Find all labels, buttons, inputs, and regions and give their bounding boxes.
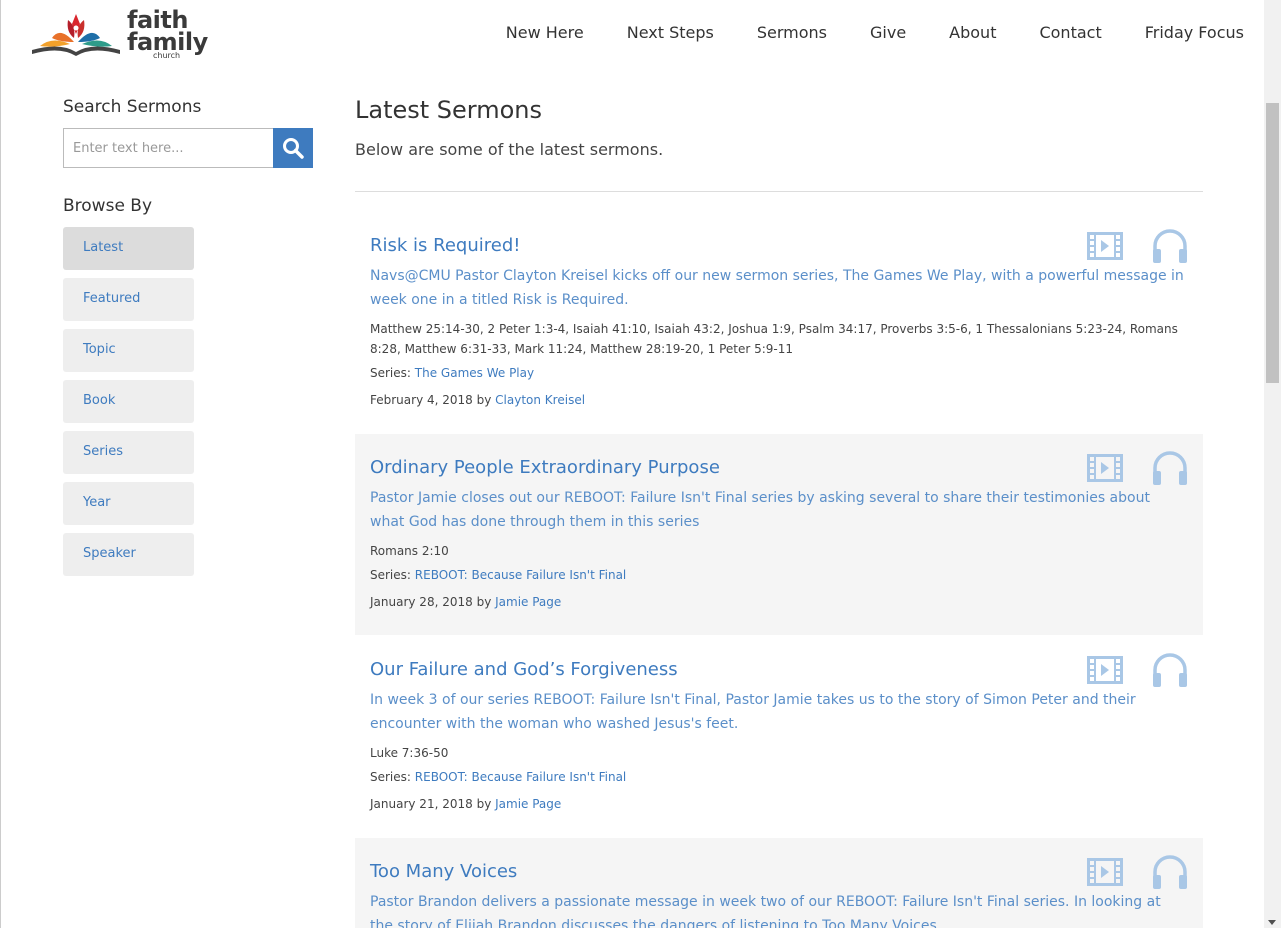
audio-headphones-icon[interactable]: [1151, 652, 1189, 688]
search-button[interactable]: [273, 128, 313, 168]
site-logo[interactable]: faith family church: [30, 6, 208, 62]
browse-year[interactable]: Year: [63, 482, 194, 525]
window-edge: [0, 0, 1, 928]
browse-book[interactable]: Book: [63, 380, 194, 423]
nav-give[interactable]: Give: [870, 23, 906, 43]
sermon-item: Too Many Voices Pastor Brandon delivers …: [355, 838, 1203, 928]
search-input[interactable]: [63, 128, 273, 168]
scroll-down-arrow-icon[interactable]: [1268, 920, 1276, 925]
sermon-description: Pastor Brandon delivers a passionate mes…: [370, 894, 1161, 928]
sermon-date: February 4, 2018: [370, 393, 473, 407]
sermon-meta: January 21, 2018 by Jamie Page: [370, 797, 561, 811]
sermon-title[interactable]: Our Failure and God’s Forgiveness: [370, 659, 678, 680]
sermon-meta: January 28, 2018 by Jamie Page: [370, 595, 561, 609]
page-scrollbar[interactable]: [1264, 0, 1281, 928]
sermon-series: Series: REBOOT: Because Failure Isn't Fi…: [370, 770, 626, 784]
scrollbar-thumb[interactable]: [1266, 103, 1279, 383]
sermon-title[interactable]: Ordinary People Extraordinary Purpose: [370, 457, 720, 478]
video-icon[interactable]: [1087, 454, 1123, 482]
series-link[interactable]: REBOOT: Because Failure Isn't Final: [415, 770, 627, 784]
sermon-series: Series: The Games We Play: [370, 366, 534, 380]
sermon-item: Ordinary People Extraordinary Purpose Pa…: [355, 434, 1203, 635]
nav-sermons[interactable]: Sermons: [757, 23, 827, 43]
browse-latest[interactable]: Latest: [63, 227, 194, 270]
by-label: by: [476, 393, 492, 407]
speaker-link[interactable]: Clayton Kreisel: [495, 393, 585, 407]
audio-headphones-icon[interactable]: [1151, 228, 1189, 264]
browse-list: Latest Featured Topic Book Series Year S…: [63, 227, 194, 584]
video-icon[interactable]: [1087, 656, 1123, 684]
video-icon[interactable]: [1087, 232, 1123, 260]
logo-word-church: church: [153, 51, 181, 60]
sermon-series: Series: REBOOT: Because Failure Isn't Fi…: [370, 568, 626, 582]
nav-next-steps[interactable]: Next Steps: [627, 23, 714, 43]
speaker-link[interactable]: Jamie Page: [495, 797, 561, 811]
nav-contact[interactable]: Contact: [1039, 23, 1101, 43]
nav-friday-focus[interactable]: Friday Focus: [1145, 23, 1244, 43]
sermon-description: Pastor Jamie closes out our REBOOT: Fail…: [370, 490, 1150, 530]
browse-topic[interactable]: Topic: [63, 329, 194, 372]
search-sermons-heading: Search Sermons: [63, 97, 202, 117]
series-link[interactable]: The Games We Play: [415, 366, 534, 380]
audio-headphones-icon[interactable]: [1151, 450, 1189, 486]
sermon-item: Our Failure and God’s Forgiveness In wee…: [355, 636, 1203, 837]
by-label: by: [476, 595, 492, 609]
sermon-date: January 28, 2018: [370, 595, 473, 609]
sermon-item: Risk is Required! Navs@CMU Pastor Clayto…: [355, 216, 1203, 433]
sermon-description: In week 3 of our series REBOOT: Failure …: [370, 692, 1136, 732]
sermon-scripture: Luke 7:36-50: [370, 746, 449, 760]
browse-by-heading: Browse By: [63, 196, 153, 216]
series-link[interactable]: REBOOT: Because Failure Isn't Final: [415, 568, 627, 582]
audio-headphones-icon[interactable]: [1151, 854, 1189, 890]
speaker-link[interactable]: Jamie Page: [495, 595, 561, 609]
divider: [355, 191, 1203, 192]
browse-series[interactable]: Series: [63, 431, 194, 474]
nav-new-here[interactable]: New Here: [506, 23, 584, 43]
main-nav: New Here Next Steps Sermons Give About C…: [463, 23, 1244, 43]
sermon-scripture: Matthew 25:14-30, 2 Peter 1:3-4, Isaiah …: [370, 322, 1178, 356]
page-title: Latest Sermons: [355, 96, 543, 124]
sermon-title[interactable]: Risk is Required!: [370, 235, 520, 256]
browse-featured[interactable]: Featured: [63, 278, 194, 321]
sermon-date: January 21, 2018: [370, 797, 473, 811]
sermon-meta: February 4, 2018 by Clayton Kreisel: [370, 393, 585, 407]
logo-flower-icon: [32, 14, 120, 56]
nav-about[interactable]: About: [949, 23, 996, 43]
browse-speaker[interactable]: Speaker: [63, 533, 194, 576]
video-icon[interactable]: [1087, 858, 1123, 886]
page-subtitle: Below are some of the latest sermons.: [355, 140, 664, 159]
sermon-scripture: Romans 2:10: [370, 544, 449, 558]
by-label: by: [476, 797, 492, 811]
series-label: Series:: [370, 366, 411, 380]
sermon-title[interactable]: Too Many Voices: [370, 861, 517, 882]
search-icon: [283, 138, 304, 159]
series-label: Series:: [370, 568, 411, 582]
series-label: Series:: [370, 770, 411, 784]
sermon-description: Navs@CMU Pastor Clayton Kreisel kicks of…: [370, 268, 1184, 308]
